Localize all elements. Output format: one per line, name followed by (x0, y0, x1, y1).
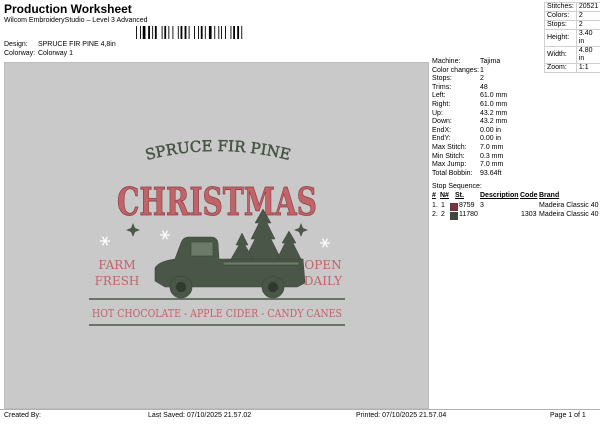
info-value: 0.00 in (480, 135, 502, 143)
design-text-spruce: SPRUCE FIR PINE (143, 137, 292, 164)
info-label: Down: (432, 118, 452, 126)
info-value: 43.2 mm (480, 109, 508, 117)
stat-value: 2 (575, 11, 600, 21)
barcode (136, 26, 243, 39)
column-header-description: Description (480, 192, 519, 199)
info-label: Trims: (432, 83, 452, 91)
info-row: Stops: 2 (432, 75, 592, 84)
design-text-farm: FARM (98, 258, 135, 272)
row-needle: 1 (441, 202, 445, 209)
info-label: Up: (432, 109, 443, 117)
row-stitches: 11780 (459, 211, 478, 218)
info-row: Machine: Tajima (432, 58, 592, 67)
stat-label: Stitches: (544, 2, 577, 12)
worksheet-title: Production Worksheet (4, 2, 132, 16)
info-value: 2 (480, 75, 484, 83)
footer-printed: Printed: 07/10/2025 21.57.04 (356, 412, 447, 419)
info-row: Min Stitch: 0.3 mm (432, 153, 592, 162)
stats-row: Stops: 2 (544, 20, 600, 30)
info-label: Min Stitch: (432, 152, 465, 160)
row-brand: Madeira Classic 40 (539, 211, 599, 218)
footer-saved: Last Saved: 07/10/2025 21.57.02 (148, 412, 252, 419)
color-swatch (450, 203, 458, 211)
row-description: 3 (480, 202, 484, 209)
info-row: Color changes: 1 (432, 67, 592, 76)
stat-label: Height: (544, 29, 577, 47)
info-row: Trims: 48 (432, 84, 592, 93)
stat-value: 2 (575, 20, 600, 30)
design-text-daily: DAILY (304, 274, 343, 288)
stat-value: 3.40 in (575, 29, 600, 47)
design-label: Design: (4, 41, 28, 48)
software-subtitle: Wilcom EmbroideryStudio – Level 3 Advanc… (4, 17, 148, 24)
info-value: 0.3 mm (480, 152, 504, 160)
column-header-st: St. (455, 192, 464, 199)
info-value: 61.0 mm (480, 92, 508, 100)
info-label: Max Jump: (432, 161, 467, 169)
stats-row: Stitches: 20521 (544, 2, 600, 12)
info-row: Total Bobbin: 93.64ft (432, 170, 592, 179)
column-header-brand: Brand (539, 192, 560, 199)
stop-sequence-title: Stop Sequence: (432, 183, 482, 190)
footer-divider (0, 409, 600, 410)
colorway-row: Colorway: Colorway 1 (4, 50, 73, 57)
stats-row: Colors: 2 (544, 11, 600, 21)
row-index: 2. (432, 211, 438, 218)
info-value: 93.64ft (480, 169, 502, 177)
row-index: 1. (432, 202, 438, 209)
info-row: Max Stitch: 7.0 mm (432, 144, 592, 153)
info-row: Up: 43.2 mm (432, 110, 592, 119)
info-label: Right: (432, 101, 451, 108)
info-row: Right: 61.0 mm (432, 101, 592, 110)
truck-icon (154, 236, 306, 299)
row-brand: Madeira Classic 40 (539, 202, 599, 209)
info-value: 0.00 in (480, 126, 502, 134)
info-label: Stops: (432, 75, 452, 83)
info-value: Tajima (480, 58, 501, 65)
design-row: Design: SPRUCE FIR PINE 4,8in (4, 41, 116, 48)
column-header-code: Code (520, 192, 538, 199)
colorway-value: Colorway 1 (37, 50, 73, 57)
info-label: Left: (432, 92, 446, 100)
footer-created: Created By: (4, 412, 41, 419)
info-row: Max Jump: 7.0 mm (432, 161, 592, 170)
info-value: 7.0 mm (480, 161, 504, 169)
info-row: EndX: 0.00 in (432, 127, 592, 136)
info-row: EndY: 0.00 in (432, 135, 592, 144)
design-preview: SPRUCE FIR PINE CHRISTMAS FARM FRESH OPE… (4, 62, 429, 409)
info-label: Color changes: (432, 66, 480, 74)
stat-label: Stops: (544, 20, 577, 30)
design-text-bottom: HOT CHOCOLATE - APPLE CIDER - CANDY CANE… (92, 307, 342, 320)
info-label: Max Stitch: (432, 144, 467, 151)
row-stitches: 8759 (459, 202, 475, 209)
stats-row: Height: 3.40 in (544, 29, 600, 47)
info-value: 48 (480, 83, 488, 91)
stat-value: 20521 (575, 2, 600, 12)
design-text-fresh: FRESH (95, 274, 140, 288)
row-code: 1303 (521, 211, 537, 218)
design-text-christmas: CHRISTMAS (117, 179, 317, 224)
embroidery-artwork: SPRUCE FIR PINE CHRISTMAS FARM FRESH OPE… (89, 137, 345, 326)
info-value: 1 (480, 66, 484, 74)
info-label: EndX: (432, 126, 452, 134)
stat-label: Colors: (544, 11, 577, 21)
colorway-label: Colorway: (4, 50, 36, 57)
info-label: Total Bobbin: (432, 169, 473, 177)
row-needle: 2 (441, 211, 445, 218)
color-swatch (450, 212, 458, 220)
info-value: 43.2 mm (480, 118, 508, 126)
info-label: Machine: (432, 58, 461, 65)
info-value: 7.0 mm (480, 144, 504, 151)
info-row: Left: 61.0 mm (432, 92, 592, 101)
footer-page: Page 1 of 1 (550, 412, 586, 419)
column-header-n: N# (440, 192, 449, 199)
info-row: Down: 43.2 mm (432, 118, 592, 127)
design-text-open: OPEN (304, 258, 341, 272)
info-label: EndY: (432, 135, 451, 143)
design-value: SPRUCE FIR PINE 4,8in (37, 41, 116, 48)
column-header-hash: # (432, 192, 436, 199)
info-value: 61.0 mm (480, 101, 508, 108)
